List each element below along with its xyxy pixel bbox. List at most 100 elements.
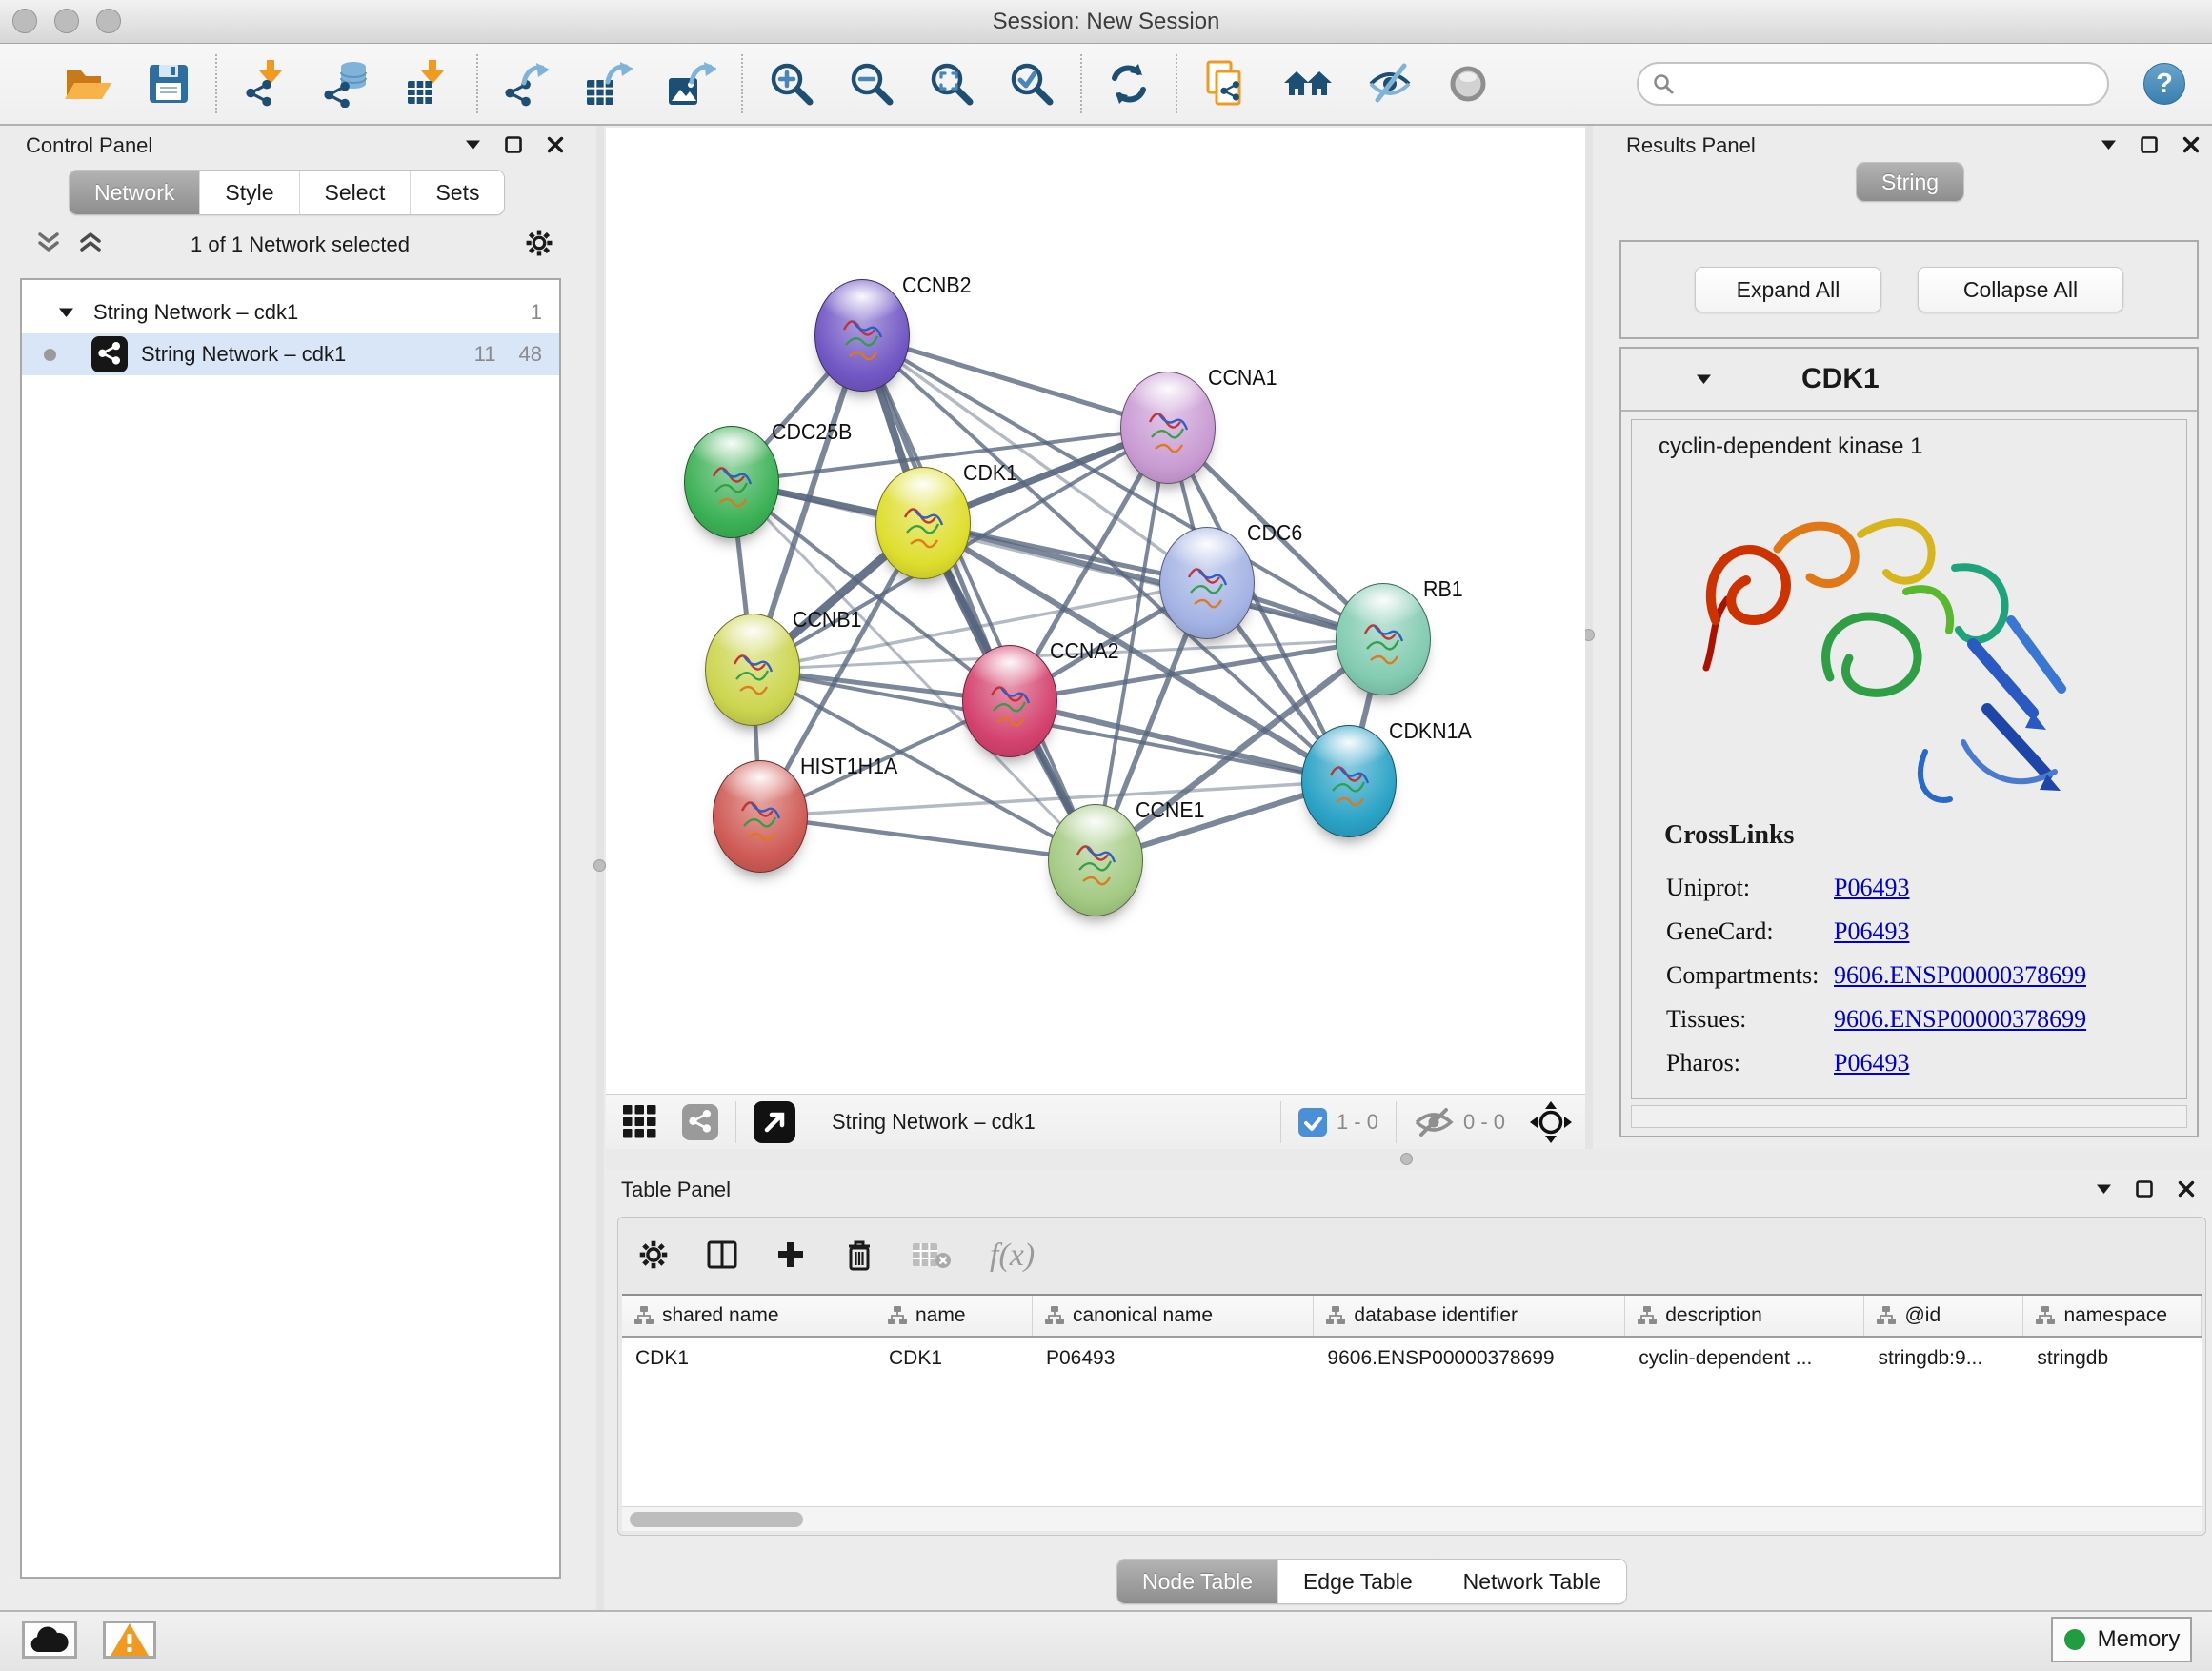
- zoom-in-icon[interactable]: [768, 60, 815, 108]
- tab-sets[interactable]: Sets: [410, 171, 504, 214]
- minimize-window-button[interactable]: [54, 9, 79, 33]
- tab-select[interactable]: Select: [299, 171, 411, 214]
- tab-node-table[interactable]: Node Table: [1117, 1560, 1277, 1603]
- export-network-icon[interactable]: [503, 60, 553, 108]
- save-session-icon[interactable]: [147, 62, 191, 106]
- help-button[interactable]: ?: [2143, 63, 2185, 105]
- collapse-all-networks-icon[interactable]: [34, 232, 63, 254]
- control-panel-menu-icon[interactable]: [465, 139, 481, 151]
- uniprot-link[interactable]: P06493: [1834, 874, 1909, 902]
- horizontal-splitter[interactable]: [606, 1149, 2212, 1170]
- horizontal-splitter-handle[interactable]: [1400, 1153, 1413, 1165]
- right-splitter[interactable]: [1585, 126, 1593, 1170]
- genecard-link[interactable]: P06493: [1834, 917, 1909, 946]
- clone-network-icon[interactable]: [1202, 59, 1250, 109]
- grid-view-icon[interactable]: [623, 1105, 657, 1139]
- control-panel-float-icon[interactable]: [504, 135, 523, 154]
- cell-name[interactable]: CDK1: [875, 1338, 1033, 1379]
- memory-button[interactable]: Memory: [2051, 1617, 2192, 1662]
- node-ccnb1[interactable]: [705, 614, 800, 726]
- search-box[interactable]: [1637, 62, 2109, 106]
- expand-all-button[interactable]: Expand All: [1695, 267, 1881, 312]
- import-network-icon[interactable]: [242, 60, 290, 108]
- warnings-button[interactable]: [103, 1621, 156, 1659]
- network-options-gear-icon[interactable]: [524, 228, 554, 258]
- network-canvas[interactable]: CCNB2 CCNA1 CDC25B CDK1 CDC6 RB1 CCNB1 C…: [606, 128, 1585, 1094]
- network-view-icon[interactable]: [682, 1104, 718, 1140]
- table-row[interactable]: CDK1CDK1P064939606.ENSP00000378699cyclin…: [622, 1338, 2202, 1379]
- open-file-icon[interactable]: [63, 63, 114, 105]
- selected-checkbox-icon[interactable]: [1298, 1108, 1327, 1137]
- import-table-icon[interactable]: [404, 60, 452, 108]
- left-splitter[interactable]: [596, 126, 604, 1610]
- birds-eye-view-icon[interactable]: [754, 1101, 795, 1143]
- refresh-icon[interactable]: [1107, 62, 1151, 106]
- protein-card-header[interactable]: CDK1: [1621, 349, 2197, 412]
- cell-shared-name[interactable]: CDK1: [622, 1338, 875, 1379]
- left-splitter-handle[interactable]: [593, 859, 606, 872]
- node-rb1[interactable]: [1336, 583, 1431, 695]
- table-options-gear-icon[interactable]: [637, 1238, 670, 1271]
- compartments-link[interactable]: 9606.ENSP00000378699: [1834, 961, 2086, 990]
- node-ccna1[interactable]: [1120, 372, 1216, 484]
- close-window-button[interactable]: [12, 9, 37, 33]
- add-column-icon[interactable]: [774, 1238, 807, 1271]
- cell-canonical-name[interactable]: P06493: [1033, 1338, 1314, 1379]
- node-ccne1[interactable]: [1048, 804, 1143, 916]
- collection-disclosure-icon[interactable]: [58, 307, 74, 318]
- zoom-selected-icon[interactable]: [1008, 60, 1056, 108]
- show-all-icon[interactable]: [1446, 62, 1490, 106]
- column-header-database-identifier[interactable]: database identifier: [1314, 1296, 1625, 1336]
- column-header-name[interactable]: name: [875, 1296, 1033, 1336]
- column-header-canonical-name[interactable]: canonical name: [1033, 1296, 1314, 1336]
- tab-string[interactable]: String: [1857, 163, 1963, 201]
- node-ccnb2[interactable]: [814, 279, 910, 392]
- node-cdc25b[interactable]: [684, 426, 779, 538]
- export-image-icon[interactable]: [667, 59, 716, 109]
- collapse-all-button[interactable]: Collapse All: [1918, 267, 2123, 312]
- table-hscrollbar-thumb[interactable]: [630, 1512, 803, 1527]
- results-panel-close-icon[interactable]: [2182, 135, 2201, 154]
- column-header-description[interactable]: description: [1625, 1296, 1864, 1336]
- zoom-out-icon[interactable]: [848, 60, 895, 108]
- column-header-namespace[interactable]: namespace: [2023, 1296, 2202, 1336]
- export-table-icon[interactable]: [585, 59, 634, 109]
- results-panel-menu-icon[interactable]: [2101, 139, 2117, 151]
- table-panel-float-icon[interactable]: [2135, 1179, 2154, 1198]
- cell-database-identifier[interactable]: 9606.ENSP00000378699: [1314, 1338, 1625, 1379]
- string-home-icon[interactable]: [1282, 62, 1334, 106]
- results-panel-float-icon[interactable]: [2140, 135, 2159, 154]
- cell--id[interactable]: stringdb:9...: [1864, 1338, 2023, 1379]
- node-cdk1[interactable]: [875, 467, 971, 579]
- import-network-database-icon[interactable]: [322, 60, 372, 108]
- zoom-fit-icon[interactable]: [928, 60, 975, 108]
- table-panel-menu-icon[interactable]: [2096, 1183, 2112, 1195]
- delete-column-icon[interactable]: [843, 1238, 875, 1272]
- tab-style[interactable]: Style: [199, 171, 298, 214]
- table-panel-close-icon[interactable]: [2177, 1179, 2196, 1198]
- expand-all-networks-icon[interactable]: [76, 232, 105, 254]
- results-scrollbar[interactable]: [1631, 1105, 2187, 1128]
- column-header-shared-name[interactable]: shared name: [622, 1296, 875, 1336]
- protein-disclosure-icon[interactable]: [1696, 373, 1712, 385]
- node-ccna2[interactable]: [962, 645, 1057, 757]
- node-cdkn1a[interactable]: [1301, 725, 1397, 837]
- zoom-window-button[interactable]: [96, 9, 121, 33]
- node-cdc6[interactable]: [1159, 527, 1255, 639]
- column-header--id[interactable]: @id: [1864, 1296, 2023, 1336]
- cell-description[interactable]: cyclin-dependent ...: [1625, 1338, 1864, 1379]
- table-hscrollbar[interactable]: [622, 1506, 2202, 1531]
- search-input[interactable]: [1682, 70, 2094, 97]
- network-collection-row[interactable]: String Network – cdk1 1: [22, 292, 559, 333]
- pharos-link[interactable]: P06493: [1834, 1049, 1909, 1077]
- tab-edge-table[interactable]: Edge Table: [1277, 1560, 1438, 1603]
- control-panel-close-icon[interactable]: [546, 135, 565, 154]
- network-row-selected[interactable]: String Network – cdk1 11 48: [22, 333, 559, 375]
- cell-namespace[interactable]: stringdb: [2023, 1338, 2202, 1379]
- node-hist1h1a[interactable]: [713, 760, 808, 873]
- tab-network-table[interactable]: Network Table: [1438, 1560, 1626, 1603]
- hide-unselected-icon[interactable]: [1366, 60, 1414, 108]
- tissues-link[interactable]: 9606.ENSP00000378699: [1834, 1005, 2086, 1034]
- fit-selected-crosshair-icon[interactable]: [1530, 1101, 1572, 1143]
- cloud-status-button[interactable]: [22, 1621, 77, 1659]
